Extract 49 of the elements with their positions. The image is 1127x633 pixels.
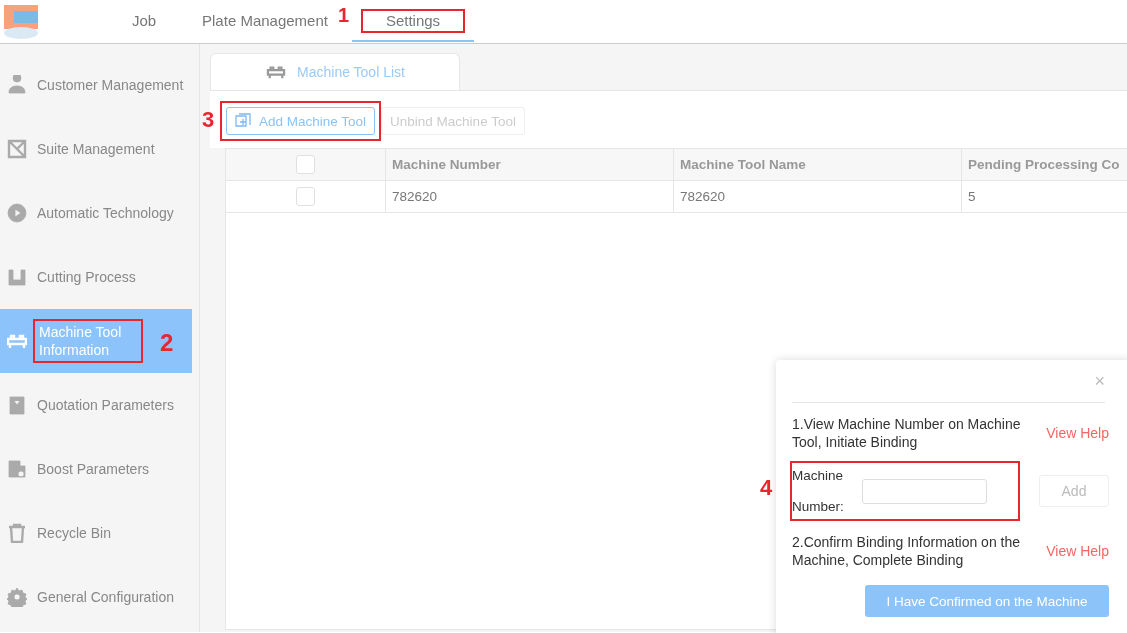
app-logo: [4, 5, 38, 39]
close-button[interactable]: ×: [1094, 370, 1105, 392]
sidebar-item[interactable]: Recycle Bin: [0, 501, 192, 565]
content-tab[interactable]: Machine Tool List: [210, 53, 460, 90]
trash-icon: [7, 523, 27, 543]
column-header: Machine Tool Name: [674, 149, 962, 180]
sidebar-item[interactable]: Cutting Process: [0, 245, 192, 309]
callout-number: 4: [760, 475, 773, 501]
sidebar-label: Quotation Parameters: [37, 396, 175, 414]
sidebar-label: Suite Management: [37, 140, 156, 158]
table-cell: 782620: [674, 181, 962, 212]
checkbox[interactable]: [296, 187, 315, 206]
callout-number: 1: [338, 4, 350, 27]
sidebar-label: Customer Management: [37, 76, 185, 94]
help-link[interactable]: View Help: [1046, 543, 1109, 559]
play-icon: [7, 203, 27, 223]
help-link[interactable]: View Help: [1046, 425, 1109, 441]
sidebar-item[interactable]: Machine Tool Information 2: [0, 309, 192, 373]
column-header: Pending Processing Co: [962, 149, 1127, 180]
sidebar-label: Boost Parameters: [37, 460, 151, 478]
sidebar-item[interactable]: Automatic Technology: [0, 181, 192, 245]
nav-tab[interactable]: Plate Management: [190, 0, 340, 43]
machine-number-field[interactable]: [862, 478, 987, 504]
machine-icon: [265, 63, 288, 81]
callout-number: 3: [202, 107, 215, 133]
add-icon: [235, 113, 251, 129]
toolbar-button[interactable]: Add Machine Tool: [226, 107, 376, 135]
column-header: Machine Number: [386, 149, 674, 180]
sidebar-label: General Configuration: [37, 588, 175, 606]
field-label: Machine Number:: [792, 467, 845, 516]
sidebar-item[interactable]: Customer Management: [0, 53, 192, 117]
sidebar-item[interactable]: General Configuration: [0, 565, 192, 629]
nav-tab[interactable]: Job: [106, 0, 182, 43]
sidebar-label: Automatic Technology: [37, 204, 175, 222]
checkbox[interactable]: [296, 155, 315, 174]
sidebar-item[interactable]: Boost Parameters: [0, 437, 192, 501]
table-cell: 5: [962, 181, 1127, 212]
table-cell: 782620: [386, 181, 674, 212]
step-text: 2.Confirm Binding Information on the Machine, Complete Binding: [792, 533, 1021, 569]
sidebar-item[interactable]: Suite Management: [0, 117, 192, 181]
envelope-icon: [7, 139, 27, 159]
person-icon: [7, 75, 27, 95]
sidebar-label: Cutting Process: [37, 268, 137, 286]
sidebar-label: Recycle Bin: [37, 524, 112, 542]
sidebar-item[interactable]: Quotation Parameters: [0, 373, 192, 437]
callout-number: 2: [160, 329, 174, 357]
gear-icon: [7, 587, 27, 607]
step-text: 1.View Machine Number on Machine Tool, Initiate Binding: [792, 415, 1022, 451]
nav-tab[interactable]: Settings: [352, 0, 474, 42]
